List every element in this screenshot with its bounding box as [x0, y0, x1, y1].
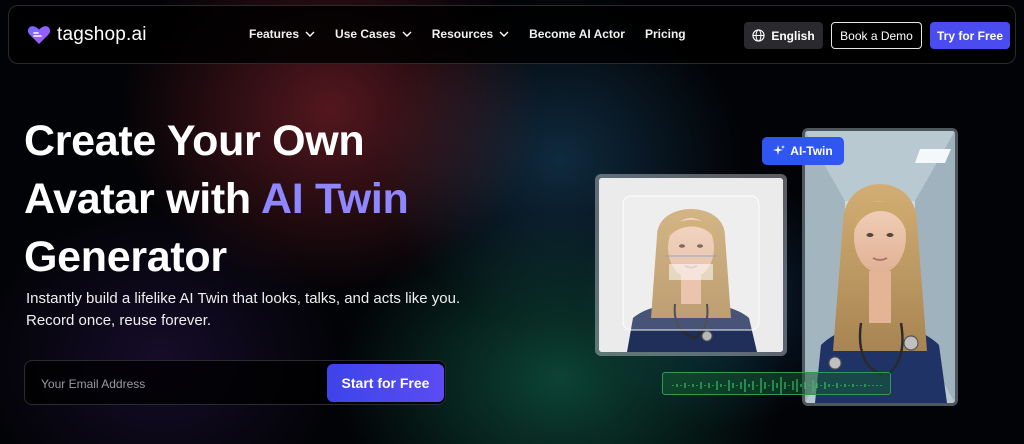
- menu-item-use-cases[interactable]: Use Cases: [335, 27, 412, 41]
- chevron-down-icon: [402, 31, 412, 37]
- brand-logo[interactable]: tagshop.ai: [27, 24, 147, 46]
- ai-twin-nurse-image: [805, 131, 955, 403]
- ai-twin-badge-label: AI-Twin: [790, 144, 833, 158]
- menu-item-label: Use Cases: [335, 27, 396, 41]
- email-input[interactable]: [41, 374, 311, 394]
- menu-item-label: Pricing: [644, 27, 686, 41]
- chevron-down-icon: [499, 31, 509, 37]
- heart-logo-icon: [27, 26, 51, 44]
- brand-name: tagshop.ai: [57, 24, 147, 45]
- language-label: English: [771, 28, 815, 43]
- menu-item-features[interactable]: Features: [249, 27, 315, 41]
- menu-item-label: Features: [249, 27, 300, 41]
- menu-item-label: Become AI Actor: [529, 27, 625, 41]
- email-signup-form: Start for Free: [24, 360, 446, 405]
- hero-title-line3: Generator: [24, 233, 227, 281]
- try-for-free-button[interactable]: Try for Free: [930, 22, 1010, 49]
- hero-title-accent: AI Twin: [260, 175, 409, 223]
- audio-waveform: [662, 372, 891, 395]
- ai-twin-portrait-card: [802, 128, 958, 406]
- hero-title-line1: Create Your Own: [24, 117, 365, 165]
- hero-subtitle: Instantly build a lifelike AI Twin that …: [26, 288, 496, 332]
- hero-title: Create Your Own Avatar with AI Twin Gene…: [24, 112, 544, 286]
- face-scan-image: [599, 178, 783, 352]
- waveform-icon: [672, 377, 882, 394]
- book-demo-button[interactable]: Book a Demo: [831, 22, 922, 49]
- face-scan-card: [595, 174, 787, 356]
- hero-subtitle-line2: Record once, reuse forever.: [26, 312, 212, 329]
- chevron-down-icon: [305, 31, 315, 37]
- ai-twin-portrait: [805, 131, 955, 403]
- menu-item-label: Resources: [431, 27, 494, 41]
- main-menu: Features Use Cases Resources Become AI A…: [249, 27, 686, 41]
- nurse-portrait-image: [599, 178, 783, 352]
- top-navbar: tagshop.ai Features Use Cases Resources …: [8, 5, 1016, 64]
- sparkle-icon: [773, 145, 786, 155]
- hero-subtitle-line1: Instantly build a lifelike AI Twin that …: [26, 290, 461, 307]
- hero-title-line2: Avatar with: [24, 175, 261, 223]
- globe-icon: [752, 29, 765, 42]
- menu-item-pricing[interactable]: Pricing: [645, 27, 686, 41]
- language-button[interactable]: English: [744, 22, 823, 49]
- menu-item-become-ai-actor[interactable]: Become AI Actor: [529, 27, 625, 41]
- start-for-free-button[interactable]: Start for Free: [327, 364, 444, 402]
- menu-item-resources[interactable]: Resources: [432, 27, 509, 41]
- ai-twin-badge: AI-Twin: [762, 137, 844, 165]
